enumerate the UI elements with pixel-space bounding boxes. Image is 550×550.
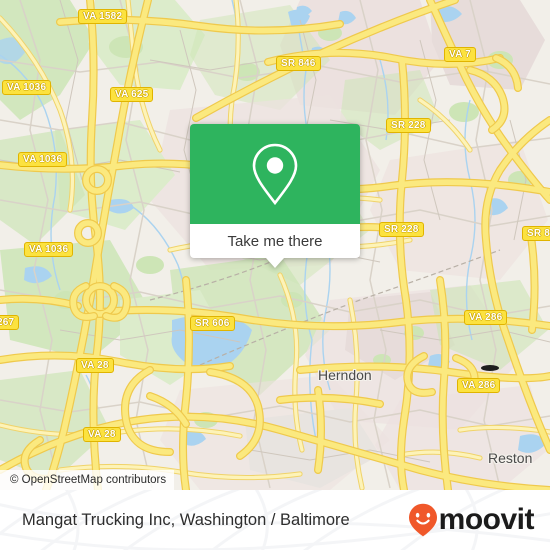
- map-canvas[interactable]: .wtr { fill:#aad3f0; } .wline { fill:non…: [0, 0, 550, 490]
- road-shield: SR 228: [379, 222, 424, 237]
- road-shield: VA 1582: [78, 9, 128, 24]
- road-shield: SR 606: [190, 316, 235, 331]
- screenshot-root: .wtr { fill:#aad3f0; } .wline { fill:non…: [0, 0, 550, 550]
- road-shield: VA 28: [76, 358, 114, 373]
- map-pin-icon: [252, 143, 298, 206]
- moovit-pin-smile-icon: [408, 503, 437, 537]
- place-label: Reston: [488, 450, 533, 466]
- road-shield: VA 286: [457, 378, 501, 393]
- map-attribution[interactable]: © OpenStreetMap contributors: [0, 470, 175, 490]
- road-shield: VA 1036: [2, 80, 52, 95]
- road-shield: VA 286: [464, 310, 508, 325]
- road-shield: SR 846: [276, 56, 321, 71]
- place-caption: Mangat Trucking Inc, Washington / Baltim…: [22, 510, 350, 529]
- road-shield: 267: [0, 315, 20, 330]
- road-shield: VA 1036: [18, 152, 68, 167]
- moovit-logo[interactable]: moovit: [408, 503, 535, 537]
- location-popup[interactable]: Take me there: [190, 124, 360, 268]
- moovit-wordmark: moovit: [438, 503, 535, 536]
- place-label: Herndon: [318, 367, 372, 383]
- road-shield: SR 8: [522, 226, 550, 241]
- road-shield: VA 1036: [24, 242, 74, 257]
- take-me-there-button[interactable]: Take me there: [190, 224, 360, 268]
- take-me-there-label: Take me there: [227, 232, 323, 250]
- road-shield: VA 625: [110, 87, 154, 102]
- popup-image-area: [190, 124, 360, 224]
- bottom-caption-bar: Mangat Trucking Inc, Washington / Baltim…: [0, 490, 550, 550]
- popup-pointer-tail: [266, 258, 284, 268]
- road-shield: VA 28: [83, 427, 121, 442]
- road-shield: SR 228: [386, 118, 431, 133]
- road-shield: VA 7: [444, 47, 476, 62]
